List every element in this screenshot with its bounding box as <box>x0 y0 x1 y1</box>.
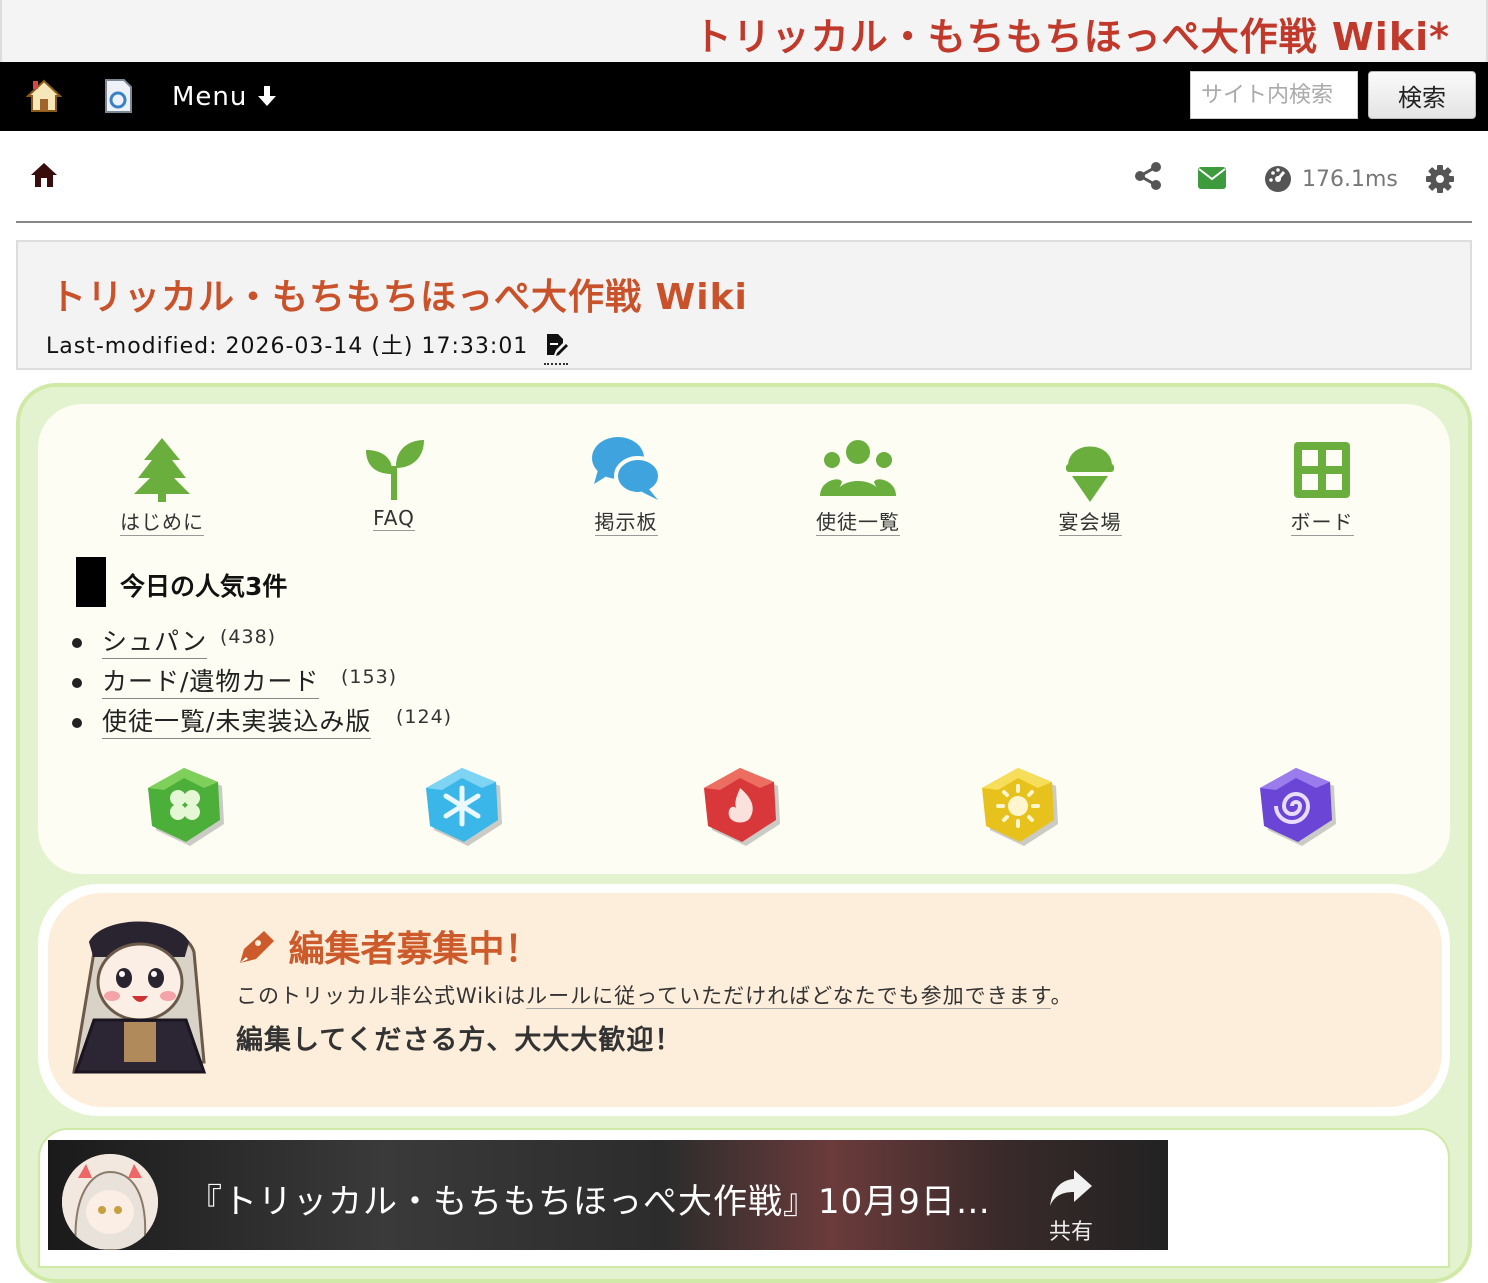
sun-gem-icon[interactable] <box>978 764 1062 848</box>
nav-tile-label: はじめに <box>120 506 204 536</box>
nav-tile-label: ボード <box>1290 506 1354 536</box>
popular-link[interactable]: カード/遺物カード <box>102 662 320 699</box>
home-icon[interactable] <box>25 78 63 114</box>
nav-tile-label: 掲示板 <box>594 506 658 536</box>
site-title-bar: トリッカル・もちもちほっぺ大作戦 Wiki* <box>0 0 1488 62</box>
recruit-welcome: 編集してくださる方、大大大歓迎！ <box>236 1025 683 1056</box>
search-input[interactable] <box>1190 71 1358 119</box>
popular-heading-text: 今日の人気3件 <box>120 572 288 601</box>
rules-link[interactable]: ルールに従っていただければどなたでも参加できます <box>526 984 1051 1009</box>
mascot-illustration <box>54 912 222 1078</box>
bullet <box>72 638 82 648</box>
page-title[interactable]: トリッカル・もちもちほっぺ大作戦 Wiki <box>50 268 748 320</box>
popular-count: (124) <box>396 706 453 728</box>
popular-link-label: カード/遺物カード <box>102 667 320 696</box>
popular-link[interactable]: シュパン <box>102 622 208 659</box>
popular-link-label: 使徒一覧/未実装込み版 <box>102 707 372 736</box>
search-button[interactable]: 検索 <box>1368 71 1476 119</box>
grid-icon <box>1294 442 1350 498</box>
heading-bar <box>76 557 106 607</box>
nav-tile-bbs[interactable]: 掲示板 <box>546 436 706 536</box>
mail-icon[interactable] <box>1198 167 1226 193</box>
users-icon <box>820 440 896 496</box>
last-modified: Last-modified: 2026-03-14 (土) 17:33:01 <box>46 328 569 365</box>
menu-label: Menu <box>172 82 248 112</box>
popular-count: (438) <box>220 626 277 648</box>
ice-cream-icon <box>1066 446 1114 502</box>
nav-tile-hajimeni[interactable]: はじめに <box>82 436 242 536</box>
pen-icon <box>236 929 289 970</box>
last-modified-text: Last-modified: 2026-03-14 (土) 17:33:01 <box>46 334 529 359</box>
gear-icon[interactable] <box>1426 165 1454 197</box>
tree-icon <box>134 438 190 502</box>
page-header: トリッカル・もちもちほっぺ大作戦 Wiki Last-modified: 202… <box>16 240 1472 370</box>
video-share-label: 共有 <box>1048 1220 1093 1245</box>
arrow-down-icon <box>257 82 277 112</box>
home-icon[interactable] <box>30 161 58 193</box>
share-arrow-icon <box>1048 1170 1094 1214</box>
embedded-video[interactable]: 『トリッカル・もちもちほっぺ大作戦』10月9日… 共有 <box>48 1140 1168 1250</box>
popular-count: (153) <box>341 666 398 688</box>
spiral-gem-icon[interactable] <box>1256 764 1340 848</box>
chat-bubbles-icon <box>592 437 662 500</box>
snowflake-gem-icon[interactable] <box>422 764 506 848</box>
recruit-text-a: このトリッカル非公式Wikiは <box>236 984 527 1008</box>
recruit-description: このトリッカル非公式Wikiはルールに従っていただければどなたでも参加できます。 <box>236 980 1073 1010</box>
page-toolbar: 176.1ms <box>16 131 1472 223</box>
video-title[interactable]: 『トリッカル・もちもちほっぺ大作戦』10月9日… <box>188 1174 991 1223</box>
render-time: 176.1ms <box>1302 167 1398 192</box>
menu-button[interactable]: Menu <box>172 82 277 112</box>
nav-tile-label: FAQ <box>373 506 415 531</box>
bullet <box>72 678 82 688</box>
nav-tile-characters[interactable]: 使徒一覧 <box>778 436 938 536</box>
share-icon[interactable] <box>1134 161 1162 195</box>
channel-avatar[interactable] <box>62 1154 158 1250</box>
nav-tile-faq[interactable]: FAQ <box>314 436 474 531</box>
nav-tile-party[interactable]: 宴会場 <box>1010 436 1170 536</box>
navbar: Menu 検索 <box>0 62 1488 131</box>
bullet <box>72 718 82 728</box>
nav-tile-label: 使徒一覧 <box>816 506 900 536</box>
recruit-title: 編集者募集中！ <box>236 920 541 972</box>
popular-link-label: シュパン <box>102 627 208 656</box>
recruit-title-text: 編集者募集中！ <box>288 929 541 970</box>
recruit-text-b: 。 <box>1050 984 1073 1008</box>
nav-tile-label: 宴会場 <box>1058 506 1122 536</box>
page-icon[interactable] <box>100 78 136 114</box>
site-title[interactable]: トリッカル・もちもちほっぺ大作戦 Wiki* <box>694 6 1450 61</box>
edit-icon[interactable] <box>544 333 569 365</box>
video-share-button[interactable]: 共有 <box>1048 1168 1094 1246</box>
speedometer-icon <box>1264 165 1292 197</box>
sprout-icon <box>366 440 424 500</box>
popular-link[interactable]: 使徒一覧/未実装込み版 <box>102 702 372 739</box>
flame-gem-icon[interactable] <box>700 764 784 848</box>
nav-tile-board[interactable]: ボード <box>1242 436 1402 536</box>
clover-gem-icon[interactable] <box>144 764 228 848</box>
